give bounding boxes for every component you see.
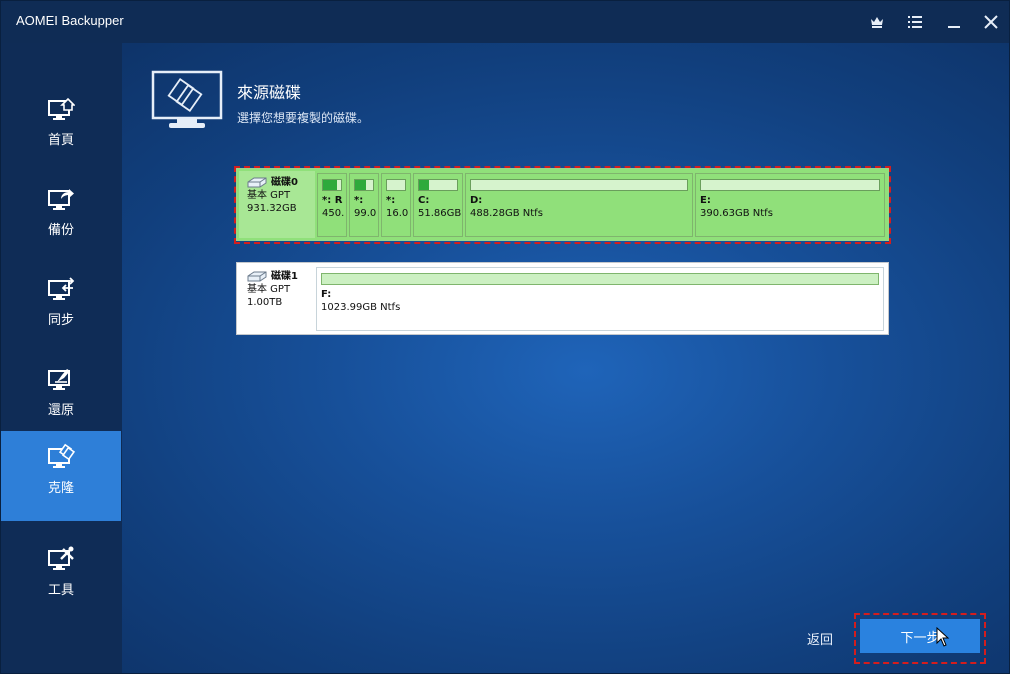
partition-letter: *: xyxy=(354,195,364,206)
sidebar-item-backup[interactable]: 備份 xyxy=(1,173,121,263)
sidebar-item-label: 備份 xyxy=(47,223,74,238)
partition-letter: E: xyxy=(700,195,711,206)
disk-1-info: 磁碟1 基本 GPT 1.00TB xyxy=(239,265,315,332)
partition-size: 1023.99GB Ntfs xyxy=(321,302,401,313)
close-icon[interactable] xyxy=(978,9,1004,35)
partition-usage-bar xyxy=(321,273,879,285)
sidebar: 首頁 備份 同步 還原 克隆 工具 xyxy=(1,43,122,673)
crown-icon[interactable] xyxy=(864,9,890,35)
disk-drive-icon xyxy=(247,177,267,188)
partition-letter: *: xyxy=(386,195,396,206)
partition-usage-bar xyxy=(700,179,880,191)
sidebar-item-label: 同步 xyxy=(47,313,74,328)
partition-usage-bar xyxy=(322,179,342,191)
sync-monitor-icon xyxy=(48,277,75,300)
page-subtitle: 選擇您想要複製的磁碟。 xyxy=(237,111,370,125)
disk-name: 磁碟1 xyxy=(271,271,298,282)
partition-usage-fill xyxy=(419,180,429,190)
partition-size: 51.86GB xyxy=(418,208,462,219)
partition-block[interactable]: E: 390.63GB Ntfs xyxy=(695,173,885,237)
disk-type: 基本 GPT xyxy=(247,190,291,201)
sidebar-item-tools[interactable]: 工具 xyxy=(1,533,121,623)
sidebar-item-restore[interactable]: 還原 xyxy=(1,353,121,443)
partition-block[interactable]: C: 51.86GB xyxy=(413,173,463,237)
backup-monitor-icon xyxy=(48,189,74,210)
disk-1-row[interactable]: 磁碟1 基本 GPT 1.00TB F: 1023.99GB Ntfs xyxy=(236,262,889,335)
clone-monitor-icon xyxy=(48,443,75,468)
partition-usage-fill xyxy=(355,180,366,190)
disk-drive-icon xyxy=(247,271,267,282)
home-monitor-icon xyxy=(48,97,75,120)
disk-0-info: 磁碟0 基本 GPT 931.32GB xyxy=(239,171,315,238)
partition-usage-bar xyxy=(470,179,688,191)
partition-size: 16.0 xyxy=(386,208,409,219)
partition-block[interactable]: *: 16.0 xyxy=(381,173,411,237)
partition-letter: D: xyxy=(470,195,483,206)
next-button[interactable]: 下一步 xyxy=(860,619,980,653)
sidebar-item-clone[interactable]: 克隆 xyxy=(1,431,121,521)
partition-block[interactable]: *: R 450. xyxy=(317,173,347,237)
app-window: AOMEI Backupper 首頁 備份 同步 還原 克隆 工具 來源磁碟 選… xyxy=(0,0,1010,674)
partition-size: 450. xyxy=(322,208,345,219)
partition-letter: C: xyxy=(418,195,430,206)
mouse-cursor-icon xyxy=(936,627,950,647)
title-bar: AOMEI Backupper xyxy=(1,1,1009,43)
partition-usage-fill xyxy=(323,180,337,190)
disk-size: 931.32GB xyxy=(247,203,297,214)
sidebar-item-home[interactable]: 首頁 xyxy=(1,83,121,173)
partition-usage-bar xyxy=(354,179,374,191)
minimize-icon[interactable] xyxy=(941,9,967,35)
sidebar-item-label: 克隆 xyxy=(47,481,74,496)
partition-letter: *: R xyxy=(322,195,343,206)
sidebar-item-label: 工具 xyxy=(47,583,74,598)
disk-size: 1.00TB xyxy=(247,297,283,308)
menu-icon[interactable] xyxy=(902,9,928,35)
sidebar-item-label: 首頁 xyxy=(47,133,74,148)
partition-block[interactable]: *: 99.0 xyxy=(349,173,379,237)
partition-usage-bar xyxy=(386,179,406,191)
partition-usage-bar xyxy=(418,179,458,191)
tools-monitor-icon xyxy=(48,546,74,570)
page-title: 來源磁碟 xyxy=(237,83,302,102)
partition-size: 390.63GB Ntfs xyxy=(700,208,773,219)
back-link[interactable]: 返回 xyxy=(807,629,833,648)
partition-letter: F: xyxy=(321,289,332,300)
partition-size: 488.28GB Ntfs xyxy=(470,208,543,219)
disk-name: 磁碟0 xyxy=(271,177,298,188)
restore-monitor-icon xyxy=(48,369,70,390)
partition-size: 99.0 xyxy=(354,208,377,219)
sidebar-item-sync[interactable]: 同步 xyxy=(1,263,121,353)
clone-disk-header-icon xyxy=(151,70,223,128)
disk-type: 基本 GPT xyxy=(247,284,291,295)
sidebar-item-label: 還原 xyxy=(47,403,74,418)
partition-block[interactable]: D: 488.28GB Ntfs xyxy=(465,173,693,237)
app-title: AOMEI Backupper xyxy=(16,13,124,28)
disk-0-row[interactable]: 磁碟0 基本 GPT 931.32GB *: R 450. *: 99.0 *:… xyxy=(236,168,889,241)
partition-block[interactable]: F: 1023.99GB Ntfs xyxy=(316,267,884,331)
